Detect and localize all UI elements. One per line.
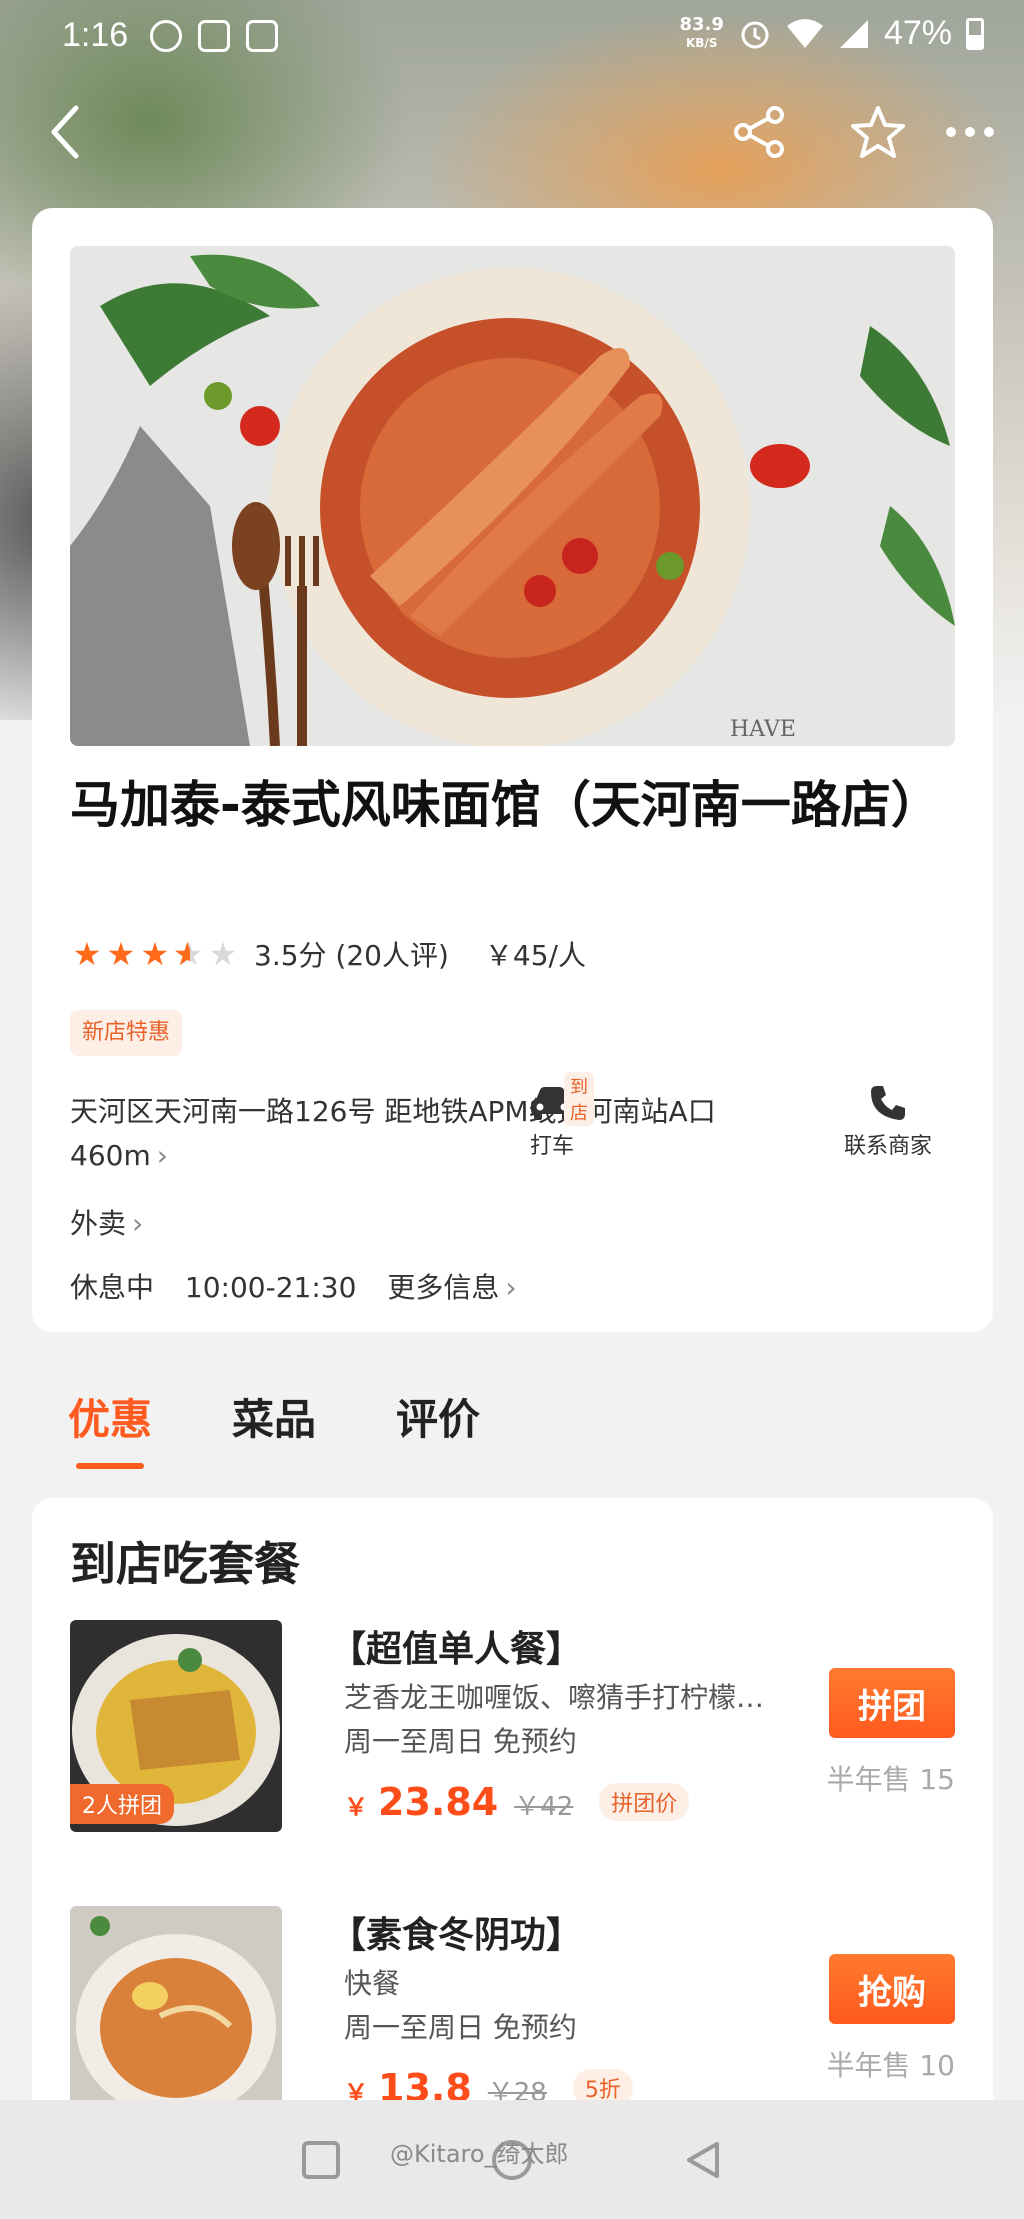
- deal-availability: 周一至周日 免预约: [344, 2011, 577, 2044]
- group-buy-button[interactable]: 拼团: [829, 1668, 955, 1738]
- back-button[interactable]: [30, 96, 102, 168]
- sold-count: 半年售 15: [826, 1763, 955, 1796]
- food-photo: HAVE: [70, 246, 955, 746]
- more-info-link[interactable]: 更多信息 ›: [387, 1271, 516, 1304]
- chevron-right-icon: ›: [505, 1271, 517, 1304]
- store-address[interactable]: 天河区天河南一路126号 距地铁APM线天河南站A口460m ›: [70, 1090, 720, 1178]
- recents-square-icon[interactable]: [301, 2140, 341, 2180]
- store-hero-image[interactable]: HAVE: [70, 246, 955, 746]
- instagram-icon: [246, 20, 278, 52]
- open-status: 休息中: [70, 1271, 155, 1304]
- taxi-tag: 到店: [564, 1072, 594, 1126]
- hours-row: 休息中 10:00-21:30 更多信息 ›: [70, 1266, 517, 1306]
- status-time: 1:16: [62, 16, 129, 54]
- rating-text: 3.5分 (20人评): [254, 939, 449, 972]
- alarm-icon: [741, 21, 769, 48]
- wifi-icon: [786, 18, 823, 48]
- group-buy-badge: 2人拼团: [70, 1784, 174, 1824]
- more-button[interactable]: [934, 96, 1006, 168]
- net-speed: 83.9 KB/S: [679, 13, 724, 50]
- star-icon: ★: [140, 935, 170, 973]
- sold-count: 半年售 10: [826, 2049, 955, 2082]
- deal-name: 【超值单人餐】: [330, 1629, 583, 1670]
- svg-text:HAVE: HAVE: [730, 717, 796, 742]
- top-navbar: [0, 96, 1024, 176]
- back-triangle-icon[interactable]: [683, 2140, 723, 2180]
- tab-reviews[interactable]: 评价: [396, 1386, 480, 1469]
- deal-thumbnail: [70, 1906, 282, 2118]
- rating-row: ★ ★ ★ ★ ★ 3.5分 (20人评) ￥45/人: [70, 934, 586, 974]
- opening-hours: 10:00-21:30: [184, 1271, 357, 1304]
- share-button[interactable]: [724, 96, 796, 168]
- empty-star-icon: ★: [208, 935, 238, 973]
- deal-thumbnail: 2人拼团: [70, 1620, 282, 1832]
- takeout-link[interactable]: 外卖 ›: [70, 1202, 143, 1242]
- contact-label: 联系商家: [843, 1134, 932, 1159]
- price-per-person: ￥45/人: [484, 939, 586, 972]
- phone-icon: [871, 1086, 905, 1120]
- deal-description: 快餐: [344, 1967, 401, 2000]
- status-bar: 1:16 83.9 KB/S 47%: [0, 0, 1024, 76]
- back-arrow-icon: [51, 105, 79, 159]
- taxi-label: 打车: [529, 1134, 574, 1159]
- deal-description: 芝香龙王咖喱饭、嚓猜手打柠檬…: [344, 1681, 765, 1714]
- store-info-card: HAVE 马加泰-泰式风味面馆（天河南一路店） ★ ★ ★ ★ ★ 3.5分 (…: [32, 208, 993, 1332]
- set-meal-section: 到店吃套餐 2人拼团 【超值单人餐】 芝香龙王咖喱饭、嚓猜手打柠檬… 周一至周日…: [32, 1498, 993, 2138]
- deal-item[interactable]: 2人拼团 【超值单人餐】 芝香龙王咖喱饭、嚓猜手打柠檬… 周一至周日 免预约 ￥…: [70, 1620, 955, 1840]
- battery-icon: [966, 17, 984, 50]
- deal-price-row: ￥ 23.84 ￥42 拼团价: [344, 1780, 690, 1825]
- deal-price: 23.84: [378, 1780, 499, 1824]
- flash-buy-button[interactable]: 抢购: [829, 1954, 955, 2024]
- deal-item[interactable]: 【素食冬阴功】 快餐 周一至周日 免预约 ￥ 13.8 ￥28 5折 抢购 半年…: [70, 1906, 955, 2126]
- favorite-button[interactable]: [842, 96, 914, 168]
- section-title: 到店吃套餐: [70, 1537, 300, 1591]
- star-icon: ★: [72, 935, 102, 973]
- battery-percent: 47%: [883, 14, 952, 52]
- deal-name: 【素食冬阴功】: [330, 1915, 583, 1956]
- tab-offers[interactable]: 优惠: [68, 1386, 152, 1469]
- store-name: 马加泰-泰式风味面馆（天河南一路店）: [70, 776, 941, 834]
- chevron-right-icon: ›: [156, 1139, 168, 1172]
- original-price: ￥42: [514, 1792, 574, 1822]
- contact-merchant-button[interactable]: 联系商家: [828, 1078, 948, 1160]
- mail-icon: [198, 20, 230, 52]
- more-dots-icon: [946, 127, 994, 137]
- tab-dishes[interactable]: 菜品: [232, 1386, 316, 1469]
- deal-availability: 周一至周日 免预约: [344, 1725, 577, 1758]
- star-outline-icon: [851, 106, 905, 158]
- share-icon: [734, 106, 784, 158]
- star-icon: ★: [106, 935, 136, 973]
- content-tabs: 优惠 菜品 评价: [68, 1386, 480, 1469]
- rating-stars: ★ ★ ★ ★ ★: [70, 938, 240, 970]
- squirrel-app-icon: [150, 20, 182, 52]
- price-tag: 拼团价: [599, 1783, 690, 1821]
- chevron-right-icon: ›: [132, 1207, 144, 1240]
- half-star-icon: ★: [172, 938, 206, 970]
- taxi-button[interactable]: 到店 打车: [512, 1072, 594, 1160]
- watermark: @Kitaro_绮太郎: [390, 2140, 569, 2168]
- signal-icon: [839, 19, 868, 48]
- promo-tag: 新店特惠: [70, 1010, 183, 1056]
